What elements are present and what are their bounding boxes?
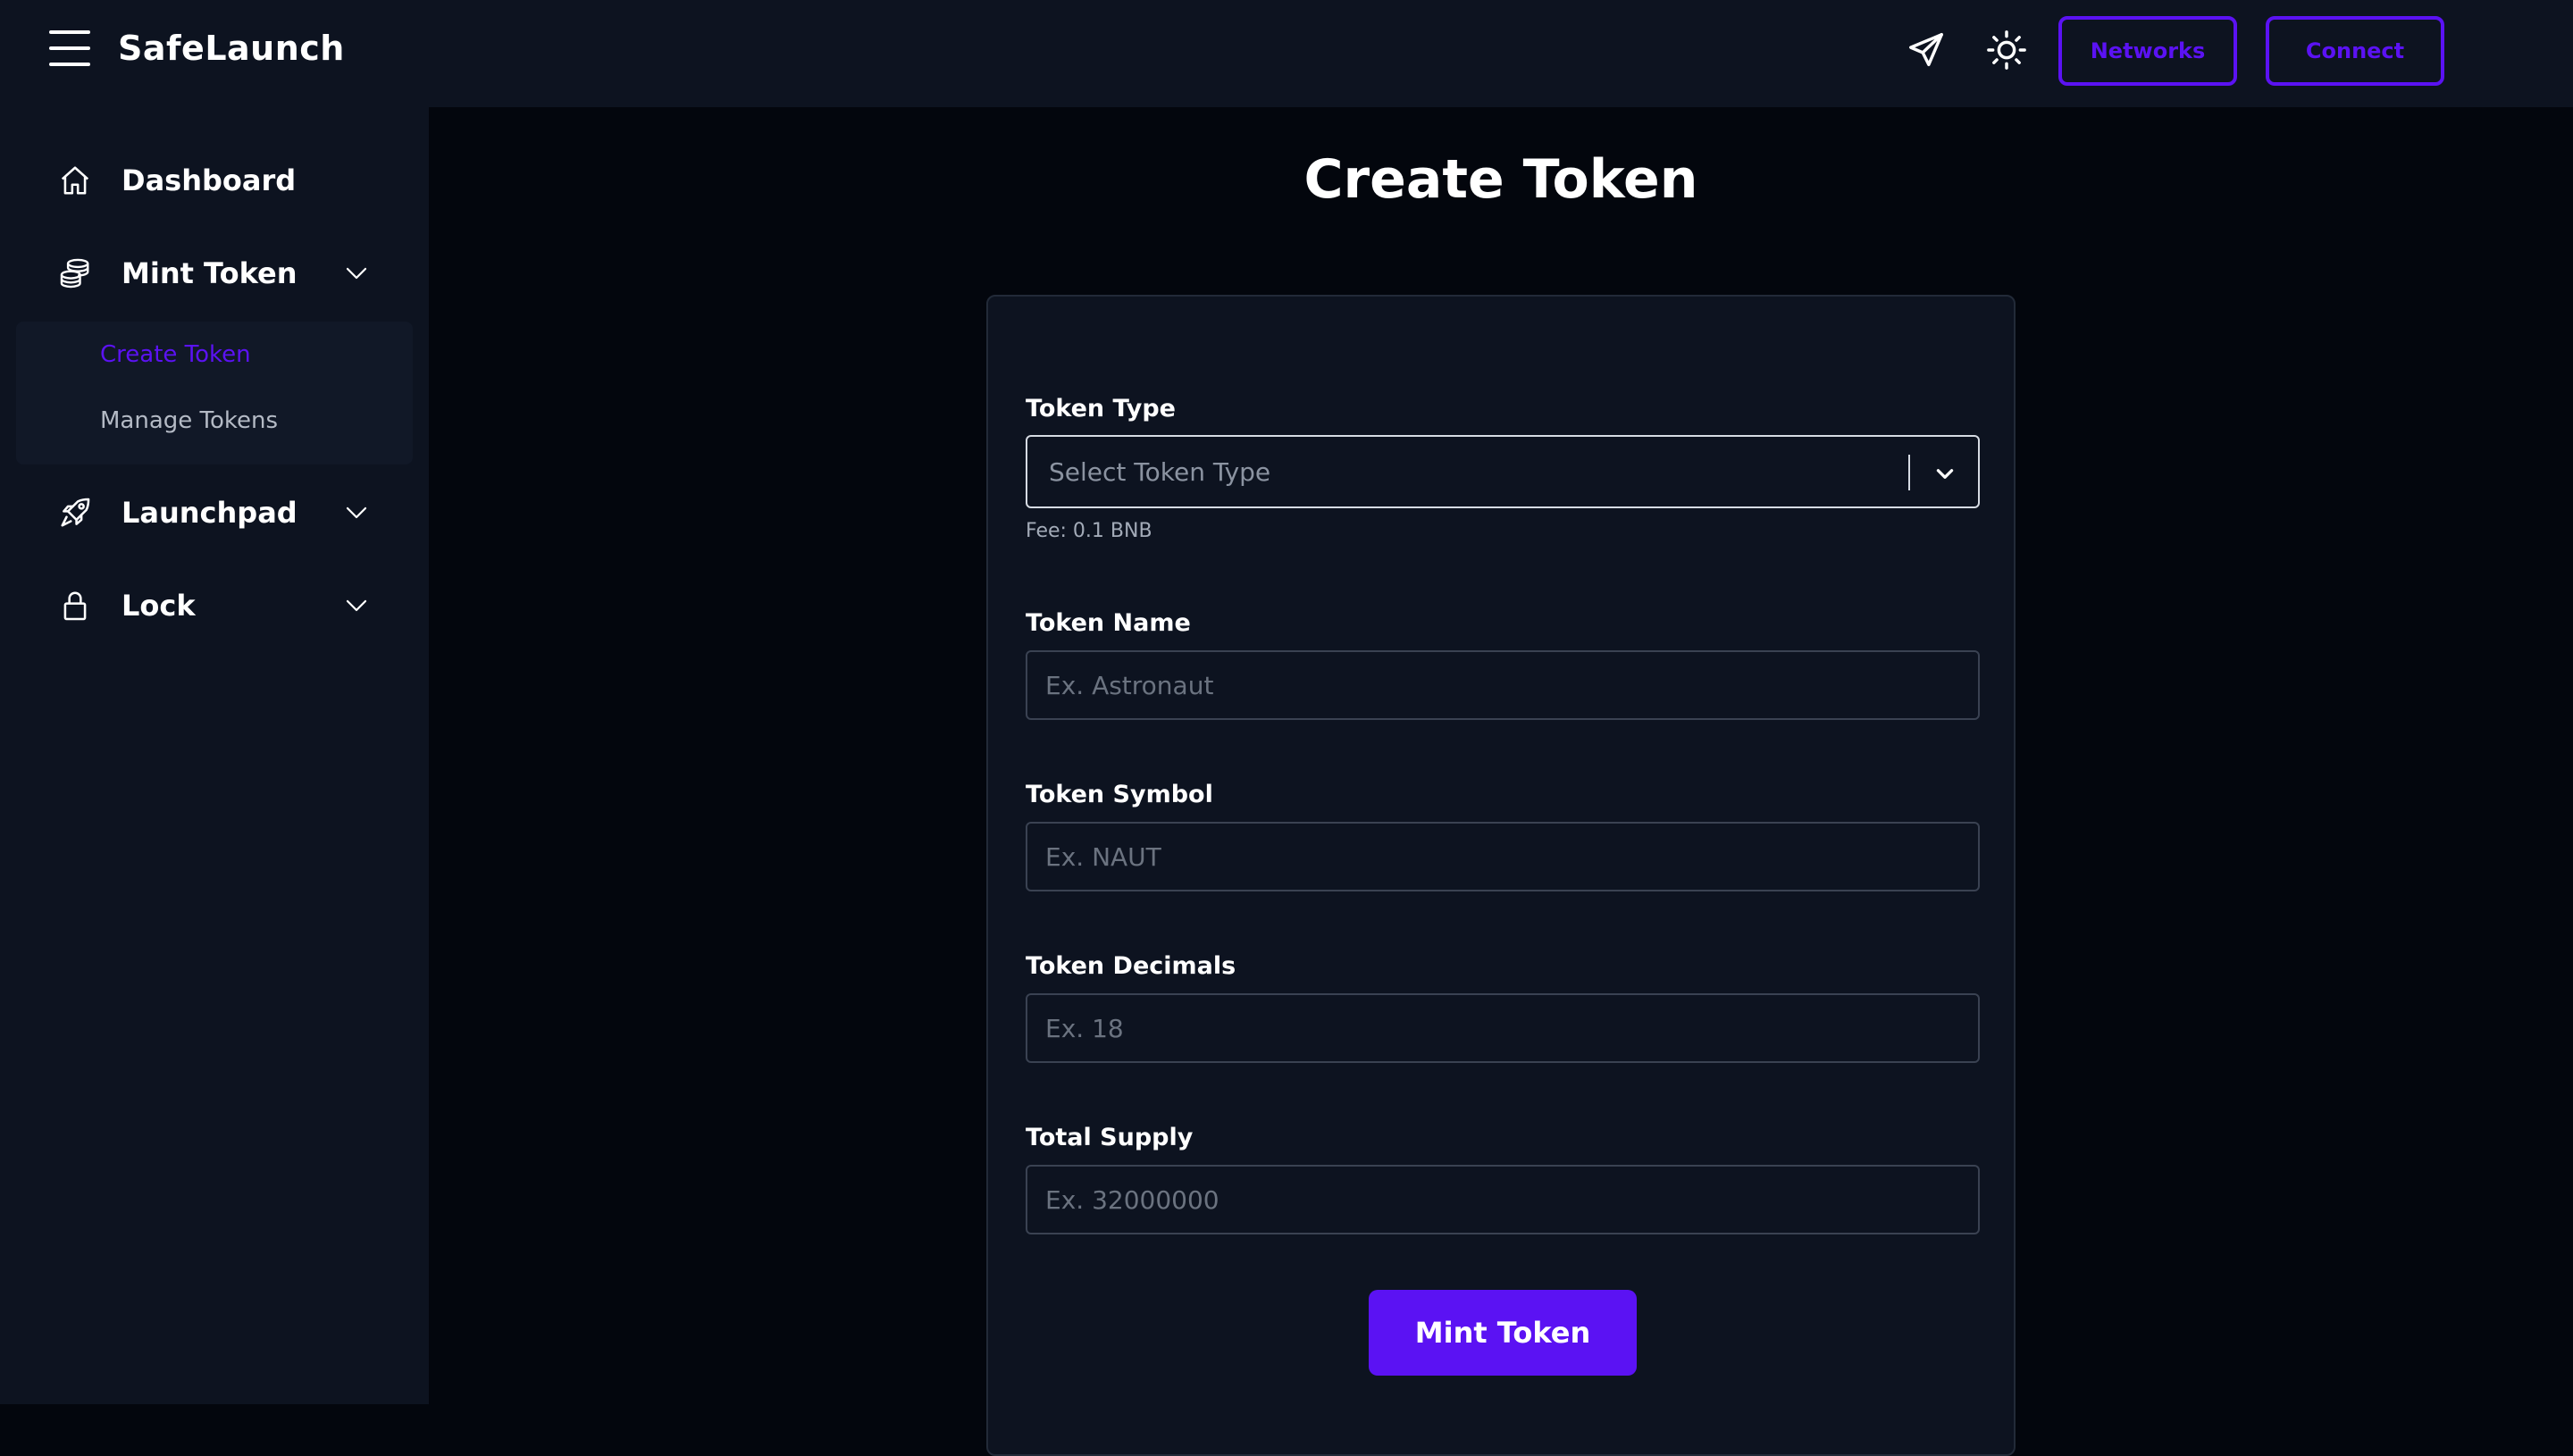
rocket-icon <box>57 495 93 531</box>
chevron-down-icon <box>341 590 372 621</box>
token-symbol-input[interactable] <box>1026 822 1980 891</box>
sidebar-item-mint-token[interactable]: Mint Token <box>0 238 429 309</box>
chevron-down-icon <box>341 498 372 528</box>
sidebar-item-label: Mint Token <box>122 256 298 290</box>
sidebar-item-label: Dashboard <box>122 163 297 197</box>
coins-icon <box>57 255 93 291</box>
token-type-label: Token Type <box>1026 395 1176 423</box>
mint-token-submenu: Create Token Manage Tokens <box>16 322 413 464</box>
create-token-form: Token Type Select Token Type Fee: 0.1 BN… <box>986 295 2016 1456</box>
total-supply-label: Total Supply <box>1026 1124 1194 1151</box>
total-supply-input[interactable] <box>1026 1165 1980 1234</box>
top-bar: SafeLaunch Networks Connect <box>0 0 2573 107</box>
token-symbol-label: Token Symbol <box>1026 781 1213 808</box>
submenu-item-create-token[interactable]: Create Token <box>100 341 251 368</box>
home-icon <box>57 163 93 198</box>
select-separator <box>1908 455 1910 490</box>
token-name-input[interactable] <box>1026 650 1980 720</box>
telegram-icon[interactable] <box>1903 27 1949 73</box>
brand-title: SafeLaunch <box>118 29 345 68</box>
sidebar: Dashboard Mint Token Create Token Manage… <box>0 107 429 1404</box>
token-decimals-label: Token Decimals <box>1026 952 1236 980</box>
token-type-fee: Fee: 0.1 BNB <box>1026 520 1152 542</box>
connect-button[interactable]: Connect <box>2266 16 2444 86</box>
chevron-down-icon[interactable] <box>1930 458 1960 489</box>
submenu-item-manage-tokens[interactable]: Manage Tokens <box>100 407 278 434</box>
menu-icon[interactable] <box>49 30 90 66</box>
token-name-label: Token Name <box>1026 609 1191 637</box>
sidebar-item-lock[interactable]: Lock <box>0 570 429 641</box>
networks-button[interactable]: Networks <box>2058 16 2237 86</box>
sun-icon[interactable] <box>1983 27 2030 73</box>
page-title: Create Token <box>1303 148 1698 211</box>
sidebar-item-launchpad[interactable]: Launchpad <box>0 477 429 548</box>
chevron-down-icon <box>341 258 372 289</box>
sidebar-item-label: Lock <box>122 589 196 623</box>
sidebar-item-label: Launchpad <box>122 496 298 530</box>
sidebar-item-dashboard[interactable]: Dashboard <box>0 145 429 216</box>
token-type-placeholder: Select Token Type <box>1049 456 1271 487</box>
mint-token-button[interactable]: Mint Token <box>1369 1290 1637 1376</box>
lock-icon <box>57 588 93 623</box>
token-type-select[interactable]: Select Token Type <box>1026 435 1980 508</box>
token-decimals-input[interactable] <box>1026 993 1980 1063</box>
